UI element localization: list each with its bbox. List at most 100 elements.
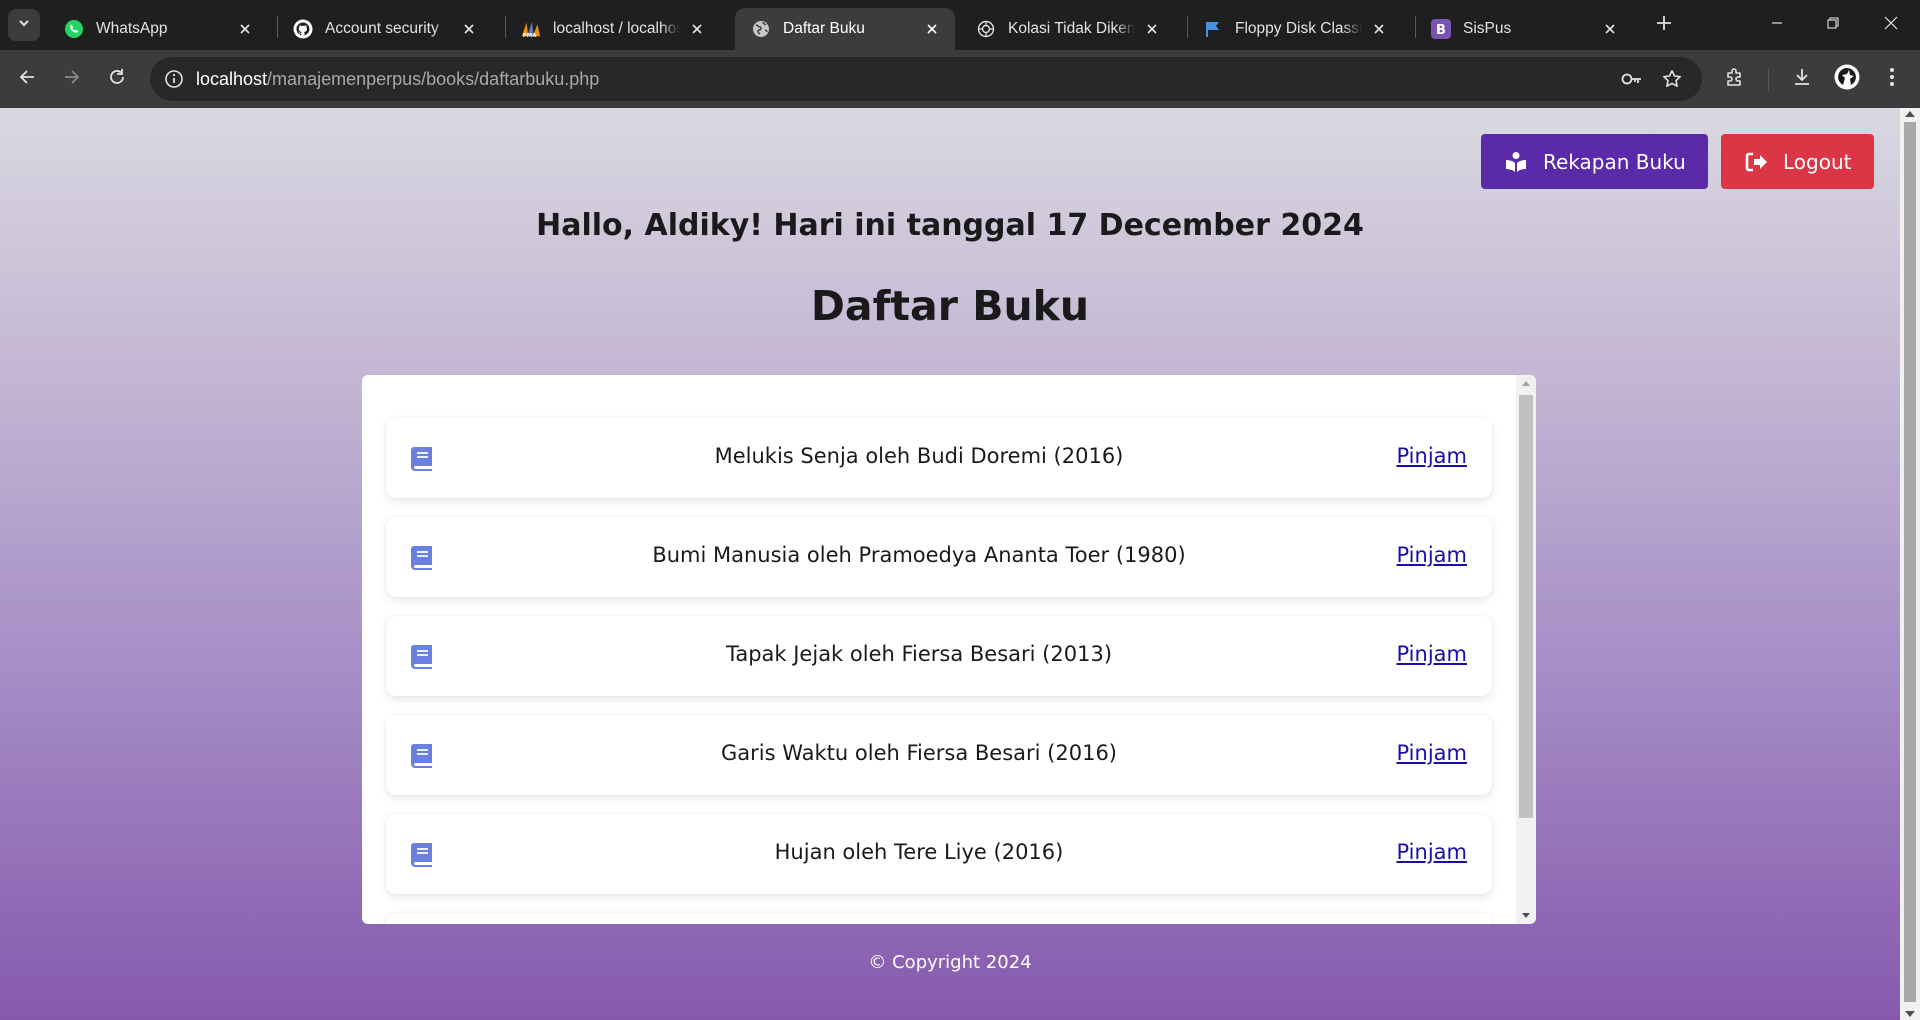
url-host: localhost bbox=[196, 69, 268, 89]
new-tab-button[interactable] bbox=[1650, 11, 1678, 39]
address-bar[interactable]: localhost/manajemenperpus/books/daftarbu… bbox=[150, 57, 1702, 101]
book-icon bbox=[410, 743, 434, 769]
minimize-button[interactable] bbox=[1762, 10, 1792, 40]
puzzle-icon bbox=[1725, 67, 1745, 92]
book-item: Bumi Manusia oleh Pramoedya Ananta Toer … bbox=[386, 517, 1492, 597]
svg-text:B: B bbox=[1436, 23, 1446, 38]
close-icon[interactable] bbox=[1599, 18, 1621, 40]
close-icon[interactable] bbox=[921, 18, 943, 40]
book-reader-icon bbox=[1505, 151, 1527, 173]
profile-button[interactable] bbox=[1830, 62, 1864, 96]
tab-title: Floppy Disk Classic Lin bbox=[1235, 20, 1362, 37]
tab-daftar-buku[interactable]: Daftar Buku bbox=[735, 8, 955, 50]
browser-toolbar: localhost/manajemenperpus/books/daftarbu… bbox=[0, 50, 1920, 108]
close-icon[interactable] bbox=[1368, 18, 1390, 40]
browser-menu-button[interactable] bbox=[1875, 62, 1909, 96]
tab-search-button[interactable] bbox=[8, 9, 40, 41]
book-list-scrollbar[interactable] bbox=[1516, 375, 1536, 924]
reload-icon bbox=[108, 68, 126, 91]
book-title: Hujan oleh Tere Liye (2016) bbox=[774, 840, 1064, 864]
book-item: Garis Waktu oleh Fiersa Besari (2016) Pi… bbox=[386, 715, 1492, 795]
plus-icon bbox=[1656, 15, 1672, 36]
close-icon[interactable] bbox=[234, 18, 256, 40]
rekapan-buku-button[interactable]: Rekapan Buku bbox=[1481, 134, 1708, 189]
browser-tab-strip: WhatsApp Account security PMA localhost … bbox=[0, 0, 1920, 50]
url-path: /manajemenperpus/books/daftarbuku.php bbox=[267, 69, 600, 89]
scroll-down-icon[interactable] bbox=[1522, 913, 1530, 918]
more-vertical-icon bbox=[1889, 67, 1895, 92]
book-item: Hujan oleh Tere Liye (2016) Pinjam bbox=[386, 814, 1492, 894]
tab-kolasi[interactable]: Kolasi Tidak Dikenal Di bbox=[960, 8, 1175, 50]
book-icon bbox=[410, 842, 434, 868]
logout-label: Logout bbox=[1783, 149, 1852, 174]
arrow-right-icon bbox=[63, 68, 81, 91]
reload-button[interactable] bbox=[100, 62, 134, 96]
scroll-down-icon[interactable] bbox=[1905, 1011, 1915, 1017]
book-list: Melukis Senja oleh Budi Doremi (2016) Pi… bbox=[362, 375, 1516, 924]
flag-icon bbox=[1203, 19, 1223, 39]
tab-phpmyadmin[interactable]: PMA localhost / localhost / bbox=[505, 8, 720, 50]
tab-title: localhost / localhost / bbox=[553, 20, 680, 37]
svg-text:PMA: PMA bbox=[523, 33, 537, 39]
key-icon[interactable] bbox=[1620, 67, 1644, 91]
tab-title: Account security bbox=[325, 20, 439, 37]
logout-button[interactable]: Logout bbox=[1721, 134, 1874, 189]
close-icon[interactable] bbox=[1141, 18, 1163, 40]
book-list-card: Melukis Senja oleh Budi Doremi (2016) Pi… bbox=[362, 375, 1536, 924]
book-icon bbox=[410, 644, 434, 670]
close-window-button[interactable] bbox=[1876, 10, 1906, 40]
toolbar-divider bbox=[1768, 69, 1769, 91]
book-title: Bumi Manusia oleh Pramoedya Ananta Toer … bbox=[652, 543, 1186, 567]
book-item: Melukis Senja oleh Budi Doremi (2016) Pi… bbox=[386, 418, 1492, 498]
back-button[interactable] bbox=[10, 62, 44, 96]
rekapan-buku-label: Rekapan Buku bbox=[1543, 149, 1686, 174]
tab-whatsapp[interactable]: WhatsApp bbox=[48, 8, 268, 50]
whatsapp-icon bbox=[64, 19, 84, 39]
page-content: Rekapan Buku Logout Hallo, Aldiky! Hari … bbox=[0, 108, 1900, 1020]
forward-button[interactable] bbox=[55, 62, 89, 96]
book-icon bbox=[410, 446, 434, 472]
footer-copyright: © Copyright 2024 bbox=[868, 952, 1032, 973]
github-icon bbox=[293, 19, 313, 39]
close-icon[interactable] bbox=[686, 18, 708, 40]
book-title: Garis Waktu oleh Fiersa Besari (2016) bbox=[720, 741, 1118, 765]
greeting-text: Hallo, Aldiky! Hari ini tanggal 17 Decem… bbox=[536, 208, 1364, 243]
tab-floppy-disk[interactable]: Floppy Disk Classic Lin bbox=[1187, 8, 1402, 50]
pinjam-link[interactable]: Pinjam bbox=[1396, 444, 1467, 468]
book-title: Tapak Jejak oleh Fiersa Besari (2013) bbox=[725, 642, 1113, 666]
pinjam-link[interactable]: Pinjam bbox=[1396, 840, 1467, 864]
scroll-up-icon[interactable] bbox=[1522, 381, 1530, 386]
tab-title: Kolasi Tidak Dikenal Di bbox=[1008, 20, 1135, 37]
download-icon bbox=[1792, 67, 1812, 92]
avatar bbox=[1834, 64, 1860, 95]
pinjam-link[interactable]: Pinjam bbox=[1396, 642, 1467, 666]
globe-icon bbox=[751, 19, 771, 39]
tab-sispus[interactable]: B SisPus bbox=[1415, 8, 1633, 50]
scrollbar-thumb[interactable] bbox=[1904, 122, 1916, 1002]
minimize-icon bbox=[1771, 16, 1783, 34]
phpmyadmin-icon: PMA bbox=[521, 19, 541, 39]
pinjam-link[interactable]: Pinjam bbox=[1396, 741, 1467, 765]
scrollbar-thumb[interactable] bbox=[1519, 395, 1533, 818]
chatgpt-icon bbox=[976, 19, 996, 39]
restore-icon bbox=[1827, 16, 1839, 34]
tab-account-security[interactable]: Account security bbox=[277, 8, 492, 50]
scroll-up-icon[interactable] bbox=[1905, 111, 1915, 117]
book-item-partial bbox=[386, 913, 1492, 924]
arrow-left-icon bbox=[18, 68, 36, 91]
restore-button[interactable] bbox=[1818, 10, 1848, 40]
page-title: Daftar Buku bbox=[810, 282, 1090, 330]
close-icon[interactable] bbox=[458, 18, 480, 40]
close-icon bbox=[1884, 16, 1898, 35]
pinjam-link[interactable]: Pinjam bbox=[1396, 543, 1467, 567]
chevron-down-icon bbox=[17, 16, 31, 35]
downloads-button[interactable] bbox=[1785, 62, 1819, 96]
extensions-button[interactable] bbox=[1718, 62, 1752, 96]
star-icon[interactable] bbox=[1660, 67, 1684, 91]
site-info-icon[interactable] bbox=[162, 67, 186, 91]
url-text: localhost/manajemenperpus/books/daftarbu… bbox=[196, 69, 599, 90]
tab-title: Daftar Buku bbox=[783, 20, 865, 37]
bootstrap-icon: B bbox=[1431, 19, 1451, 39]
tab-title: WhatsApp bbox=[96, 20, 168, 37]
page-scrollbar[interactable] bbox=[1900, 108, 1920, 1020]
